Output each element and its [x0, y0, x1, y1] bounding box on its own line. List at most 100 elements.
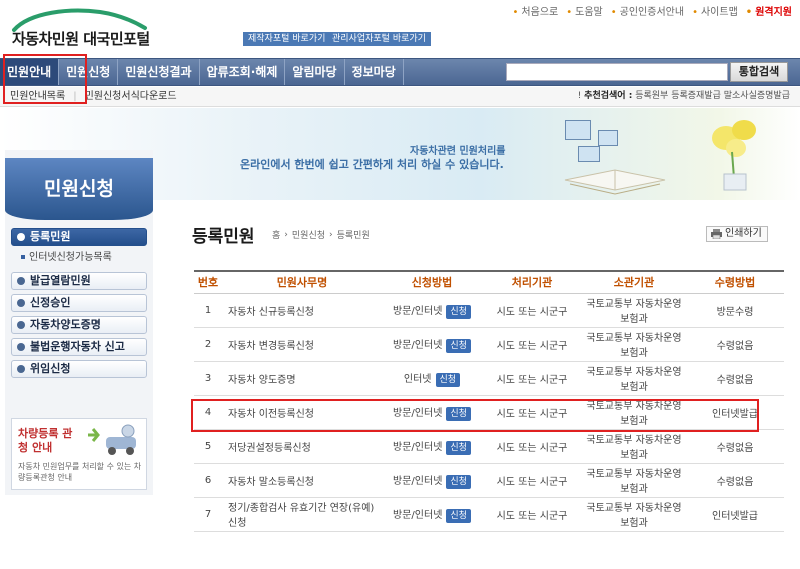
nav-notice[interactable]: 알림마당: [285, 59, 345, 85]
row-name-link[interactable]: 정기/종합검사 유효기간 연장(유예)신청: [222, 497, 382, 532]
apply-button[interactable]: 신청: [446, 304, 471, 319]
breadcrumb: 홈 › 민원신청 › 등록민원: [272, 228, 370, 242]
row-receive: 수령없음: [686, 429, 784, 464]
printer-icon: [711, 229, 722, 239]
table-row: 3 자동차 양도증명 인터넷 신청 시도 또는 시군구 국토교통부 자동차운영보험…: [194, 361, 784, 396]
row-owner: 국토교통부 자동차운영보험과: [582, 327, 686, 362]
bullet-icon: [17, 233, 25, 241]
banner-line-1: 자동차관련 민원처리를: [410, 146, 506, 157]
sidebar-subitem-online-list[interactable]: 인터넷신청가능목록: [11, 250, 147, 268]
info-title: 차량등록 관청 안내: [18, 427, 73, 454]
left-sidebar: 민원신청 등록민원 인터넷신청가능목록 발급열람민원 신정승인 자동차양도증명 …: [5, 150, 153, 495]
apply-button[interactable]: 신청: [446, 406, 471, 421]
bullet-icon: [17, 277, 25, 285]
apply-button[interactable]: 신청: [446, 474, 471, 489]
sidebar-menu: 등록민원 인터넷신청가능목록 발급열람민원 신정승인 자동차양도증명 불법운행자…: [11, 228, 147, 382]
apply-button[interactable]: 신청: [446, 338, 471, 353]
row-name-link[interactable]: 저당권설정등록신청: [222, 429, 382, 464]
subnav-form-download[interactable]: 민원신청서식다운로드: [85, 87, 177, 106]
bullet-icon: [17, 321, 25, 329]
row-owner: 국토교통부 자동차운영보험과: [582, 463, 686, 498]
recommend-label: 추천검색어 :: [584, 91, 633, 101]
nav-apply[interactable]: 민원신청: [59, 59, 119, 85]
row-agency: 시도 또는 시군구: [482, 395, 582, 430]
bullet-icon: [17, 343, 25, 351]
sidebar-item-registration[interactable]: 등록민원: [11, 228, 147, 246]
table-row: 5 저당권설정등록신청 방문/인터넷 신청 시도 또는 시군구 국토교통부 자동차…: [194, 429, 784, 464]
nav-apply-result[interactable]: 민원신청결과: [118, 59, 200, 85]
row-owner: 국토교통부 자동차운영보험과: [582, 361, 686, 396]
sidebar-item-transfer-proof[interactable]: 자동차양도증명: [11, 316, 147, 334]
home-link[interactable]: • 처음으로: [513, 3, 559, 18]
row-name-link[interactable]: 자동차 말소등록신청: [222, 463, 382, 498]
print-button[interactable]: 인쇄하기: [706, 226, 768, 242]
row-agency: 시도 또는 시군구: [482, 497, 582, 532]
row-receive: 수령없음: [686, 361, 784, 396]
business-portal-button[interactable]: 관리사업자포털 바로가기: [327, 32, 431, 46]
row-receive: 방문수령: [686, 293, 784, 328]
info-description: 자동차 민원업무를 처리할 수 있는 차량등록관청 안내: [18, 462, 142, 482]
sidebar-item-delegation[interactable]: 위임신청: [11, 360, 147, 378]
row-number: 5: [194, 429, 222, 464]
banner-line-2: 온라인에서 한번에 쉽고 간편하게 처리 하실 수 있습니다.: [240, 158, 504, 171]
row-number: 7: [194, 497, 222, 532]
remote-support-link[interactable]: • 원격지원: [746, 3, 792, 18]
book-icon: [564, 169, 666, 195]
site-logo[interactable]: 자동차민원 대국민포털: [10, 8, 185, 48]
row-agency: 시도 또는 시군구: [482, 361, 582, 396]
table-row: 2 자동차 변경등록신청 방문/인터넷 신청 시도 또는 시군구 국토교통부 자동…: [194, 327, 784, 362]
row-method: 방문/인터넷 신청: [382, 293, 482, 328]
car-service-icon: [88, 424, 136, 455]
sidebar-item-approval[interactable]: 신정승인: [11, 294, 147, 312]
col-method: 신청방법: [382, 270, 482, 294]
registration-office-info[interactable]: 차량등록 관청 안내 자동차 민원업무를 처리할 수 있는 차량등록관청 안내: [11, 418, 147, 490]
row-owner: 국토교통부 자동차운영보험과: [582, 293, 686, 328]
row-owner: 국토교통부 자동차운영보험과: [582, 497, 686, 532]
recommend-keyword[interactable]: 말소사실증명발급: [724, 91, 790, 101]
apply-button[interactable]: 신청: [446, 440, 471, 455]
row-receive: 수령없음: [686, 463, 784, 498]
table-row: 7 정기/종합검사 유효기간 연장(유예)신청 방문/인터넷 신청 시도 또는 시…: [194, 497, 784, 532]
sidebar-title: 민원신청: [5, 158, 153, 220]
nav-guide[interactable]: 민원안내: [0, 59, 60, 85]
row-number: 6: [194, 463, 222, 498]
row-number: 2: [194, 327, 222, 362]
sidebar-item-issue[interactable]: 발급열람민원: [11, 272, 147, 290]
subnav-separator: |: [73, 91, 77, 102]
cert-guide-link[interactable]: • 공인인증서안내: [611, 3, 684, 18]
row-name-link[interactable]: 자동차 양도증명: [222, 361, 382, 396]
help-link[interactable]: • 도움말: [566, 3, 603, 18]
sitemap-link[interactable]: • 사이트맵: [692, 3, 738, 18]
row-method: 방문/인터넷 신청: [382, 463, 482, 498]
nav-seizure[interactable]: 압류조회·해제: [200, 59, 286, 85]
search-button[interactable]: 통합검색: [730, 62, 788, 82]
col-receive: 수령방법: [686, 270, 784, 294]
table-row: 6 자동차 말소등록신청 방문/인터넷 신청 시도 또는 시군구 국토교통부 자동…: [194, 463, 784, 498]
breadcrumb-apply[interactable]: 민원신청: [292, 228, 325, 241]
monitor-icon: [565, 120, 591, 140]
row-name-link[interactable]: 자동차 변경등록신청: [222, 327, 382, 362]
recommend-keywords: ! 추천검색어 : 등록원부 등록증재발급 말소사실증명발급: [577, 91, 790, 101]
recommend-keyword[interactable]: 등록원부: [635, 91, 668, 101]
maker-portal-button[interactable]: 제작자포털 바로가기: [243, 32, 331, 46]
table-row: 1 자동차 신규등록신청 방문/인터넷 신청 시도 또는 시군구 국토교통부 자동…: [194, 293, 784, 328]
chevron-right-icon: ›: [284, 229, 288, 240]
recommend-keyword[interactable]: 등록증재발급: [671, 91, 721, 101]
search-input[interactable]: [506, 63, 728, 81]
monitor-icon: [598, 130, 618, 146]
row-name-link[interactable]: 자동차 이전등록신청: [222, 395, 382, 430]
sidebar-item-illegal-report[interactable]: 불법운행자동차 신고: [11, 338, 147, 356]
row-number: 4: [194, 395, 222, 430]
breadcrumb-home[interactable]: 홈: [272, 228, 280, 241]
row-receive: 수령없음: [686, 327, 784, 362]
apply-button[interactable]: 신청: [446, 508, 471, 523]
page-root: • 처음으로 • 도움말 • 공인인증서안내 • 사이트맵 • 원격지원 자동차민원 대국…: [0, 0, 800, 569]
row-name-link[interactable]: 자동차 신규등록신청: [222, 293, 382, 328]
apply-button[interactable]: 신청: [435, 372, 461, 387]
col-number: 번호: [194, 270, 222, 294]
row-receive: 인터넷발급: [686, 395, 784, 430]
subnav-guide-list[interactable]: 민원안내목록: [10, 87, 65, 106]
row-agency: 시도 또는 시군구: [482, 293, 582, 328]
row-receive: 인터넷발급: [686, 497, 784, 532]
nav-info[interactable]: 정보마당: [345, 59, 404, 85]
